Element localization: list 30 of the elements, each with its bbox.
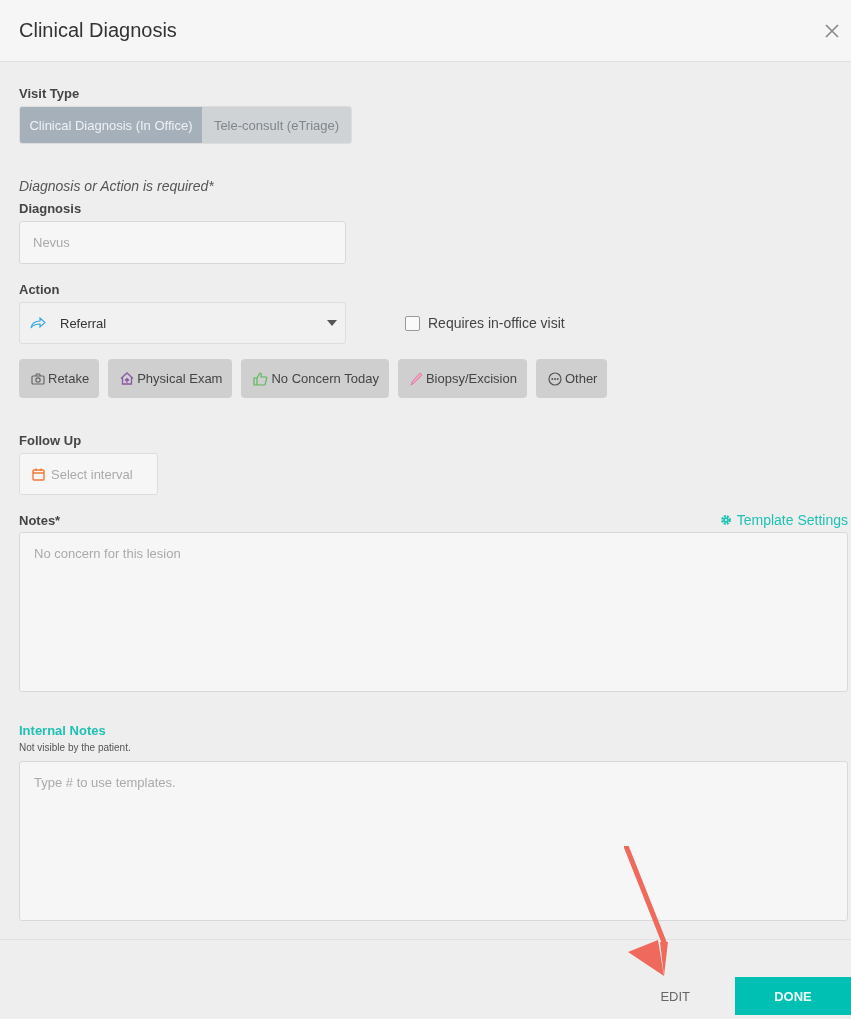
- gear-icon: [719, 514, 732, 526]
- field-label: Action: [19, 282, 61, 297]
- quick-action-button[interactable]: Retake: [19, 359, 100, 398]
- notes-field[interactable]: No concern for this lesion: [19, 532, 848, 692]
- section-title: Internal Notes: [19, 723, 106, 738]
- share-arrow-icon: [30, 317, 46, 329]
- quick-action-button[interactable]: Biopsy/Excision: [397, 359, 527, 398]
- camera-icon: [31, 372, 45, 385]
- internal-notes-field[interactable]: Type # to use templates.: [19, 761, 848, 921]
- diagnosis-field[interactable]: Nevus: [19, 221, 346, 264]
- hint-text: Not visible by the patient.: [19, 742, 132, 753]
- field-label: Notes*: [19, 513, 61, 528]
- action-dropdown[interactable]: Referral: [19, 302, 346, 344]
- quick-action-button[interactable]: No Concern Today: [241, 359, 389, 398]
- pen-icon: [409, 371, 423, 386]
- field-label: Diagnosis: [19, 201, 83, 216]
- house-icon: [120, 372, 135, 385]
- quick-action-button[interactable]: Other: [535, 359, 608, 398]
- checkbox[interactable]: [405, 315, 420, 331]
- more-icon: [547, 371, 562, 386]
- required-note: Diagnosis or Action is required*: [19, 178, 214, 194]
- edit-button[interactable]: EDIT: [630, 977, 735, 1015]
- quick-action-button[interactable]: Physical Exam: [108, 359, 233, 398]
- dialog-title: Clinical Diagnosis: [19, 19, 177, 42]
- thumbs-up-icon: [253, 371, 269, 386]
- calendar-icon: [32, 467, 45, 481]
- checkbox-label: Requires in-office visit: [428, 315, 565, 331]
- field-label: Visit Type: [19, 86, 81, 101]
- caret-icon: [327, 320, 337, 326]
- field-label: Follow Up: [19, 433, 83, 448]
